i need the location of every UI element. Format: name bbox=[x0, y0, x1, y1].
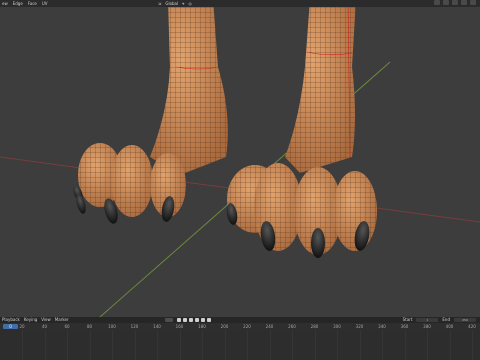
timeline-grid-line bbox=[292, 330, 293, 360]
timeline-grid-line bbox=[202, 330, 203, 360]
shading-solid-icon[interactable] bbox=[452, 0, 458, 5]
current-frame-indicator[interactable]: 0 bbox=[3, 324, 18, 329]
timeline-grid-line bbox=[22, 330, 23, 360]
timeline-grid-line bbox=[404, 330, 406, 360]
right-foot-mesh[interactable] bbox=[225, 7, 377, 258]
menu-item-uv[interactable]: UV bbox=[42, 0, 48, 7]
timeline-track[interactable] bbox=[0, 330, 480, 360]
timeline-tick-label: 140 bbox=[153, 324, 161, 329]
playback-controls bbox=[177, 317, 211, 322]
timeline-grid-line bbox=[67, 330, 68, 360]
timeline-tick-label: 260 bbox=[288, 324, 296, 329]
timeline-grid-line bbox=[382, 330, 383, 360]
transform-icon[interactable]: ⇲ bbox=[158, 0, 161, 7]
timeline-grid-line bbox=[269, 330, 271, 360]
timeline-grid-line bbox=[112, 330, 113, 360]
timeline-tick-label: 20 bbox=[19, 324, 25, 329]
mesh-menu: ew Edge Face UV bbox=[2, 0, 48, 7]
timeline-tick-label: 100 bbox=[108, 324, 116, 329]
xray-icon[interactable] bbox=[443, 0, 449, 5]
timeline-tick-label: 160 bbox=[175, 324, 184, 329]
timeline-tick-label: 280 bbox=[310, 324, 319, 329]
timeline-grid-line bbox=[472, 330, 473, 360]
timeline-tick-label: 380 bbox=[423, 324, 431, 329]
timeline-grid-line bbox=[134, 330, 136, 360]
timeline-tick-label: 400 bbox=[445, 324, 454, 329]
left-foot-mesh[interactable] bbox=[72, 7, 228, 225]
play-reverse-icon[interactable] bbox=[189, 318, 193, 322]
timeline-grid-line bbox=[314, 330, 316, 360]
step-forward-icon[interactable] bbox=[201, 318, 205, 322]
menu-item-view[interactable]: ew bbox=[2, 0, 8, 7]
timeline-tick-label: 300 bbox=[333, 324, 341, 329]
timeline-tick-label: 360 bbox=[400, 324, 409, 329]
end-frame-field[interactable]: 250 bbox=[454, 318, 476, 322]
timeline-grid-line bbox=[449, 330, 451, 360]
header-bar: ew Edge Face UV ⇲ Global ⌖ ◎ bbox=[0, 0, 480, 7]
timeline-ruler[interactable]: 0 20 40 60 80 100 120 140 160 180 200 220 240 260 280… bbox=[0, 323, 480, 330]
shading-rendered-icon[interactable] bbox=[470, 0, 476, 5]
timeline-tick-label: 340 bbox=[378, 324, 386, 329]
play-icon[interactable] bbox=[195, 318, 199, 322]
3d-viewport[interactable] bbox=[0, 7, 480, 317]
timeline-grid-line bbox=[89, 330, 91, 360]
timeline-tick-label: 60 bbox=[64, 324, 70, 329]
viewport-canvas bbox=[0, 7, 480, 317]
timeline-tick-label: 200 bbox=[220, 324, 229, 329]
timeline-tick-label: 220 bbox=[243, 324, 251, 329]
timeline-grid-line bbox=[157, 330, 158, 360]
timeline-grid-line bbox=[337, 330, 338, 360]
viewport-shading-controls bbox=[434, 0, 476, 5]
snap-icon[interactable]: ⌖ bbox=[182, 0, 184, 7]
proportional-icon[interactable]: ◎ bbox=[188, 0, 192, 7]
timeline-tick-label: 320 bbox=[355, 324, 364, 329]
timeline-grid-line bbox=[224, 330, 226, 360]
timeline-grid-line bbox=[359, 330, 361, 360]
timeline-grid-line bbox=[247, 330, 248, 360]
timeline-grid-line bbox=[179, 330, 181, 360]
timeline-tick-label: 420 bbox=[468, 324, 476, 329]
timeline-tick-label: 80 bbox=[86, 324, 93, 329]
menu-item-face[interactable]: Face bbox=[28, 0, 37, 7]
timeline-tick-label: 180 bbox=[198, 324, 206, 329]
jump-end-icon[interactable] bbox=[207, 318, 211, 322]
start-frame-field[interactable]: 1 bbox=[416, 318, 439, 322]
timeline-tick-label: 120 bbox=[130, 324, 139, 329]
timeline-tick-label: 240 bbox=[265, 324, 274, 329]
transform-controls: ⇲ Global ⌖ ◎ bbox=[158, 0, 192, 7]
current-frame-field[interactable] bbox=[165, 318, 173, 322]
step-back-icon[interactable] bbox=[183, 318, 187, 322]
timeline-tick-label: 40 bbox=[41, 324, 48, 329]
menu-item-edge[interactable]: Edge bbox=[13, 0, 23, 7]
jump-start-icon[interactable] bbox=[177, 318, 181, 322]
timeline-grid-line bbox=[427, 330, 428, 360]
shading-material-icon[interactable] bbox=[461, 0, 467, 5]
orientation-select[interactable]: Global bbox=[165, 0, 178, 7]
overlay-icon[interactable] bbox=[434, 0, 440, 5]
timeline-grid-line bbox=[44, 330, 46, 360]
